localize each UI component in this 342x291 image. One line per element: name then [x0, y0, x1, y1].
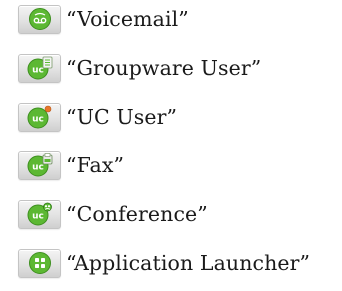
uc-letters: uc	[32, 212, 44, 222]
legend-row-voicemail: “Voicemail”	[18, 4, 189, 34]
legend-row-uc-user: uc “UC User”	[18, 102, 177, 132]
legend-label: “Conference”	[66, 202, 208, 226]
conference-icon: uc	[18, 199, 61, 229]
uc-letters: uc	[32, 163, 44, 173]
uc-letters: uc	[32, 115, 44, 125]
legend-row-application-launcher: “Application Launcher”	[18, 248, 310, 278]
legend-label: “Fax”	[66, 153, 125, 177]
legend-label: “Application Launcher”	[66, 251, 311, 275]
groupware-user-icon: uc	[18, 53, 61, 83]
uc-user-icon: uc	[18, 102, 61, 132]
uc-letters: uc	[32, 66, 44, 76]
legend-row-groupware-user: uc “Groupware User”	[18, 53, 261, 83]
legend-row-conference: uc “Conference”	[18, 199, 208, 229]
legend-row-fax: uc “Fax”	[18, 150, 124, 180]
legend-label: “Voicemail”	[66, 7, 189, 31]
legend-label: “Groupware User”	[66, 56, 262, 80]
fax-icon: uc	[18, 150, 61, 180]
application-launcher-icon	[18, 248, 61, 278]
legend-label: “UC User”	[66, 105, 178, 129]
voicemail-icon	[18, 4, 61, 34]
